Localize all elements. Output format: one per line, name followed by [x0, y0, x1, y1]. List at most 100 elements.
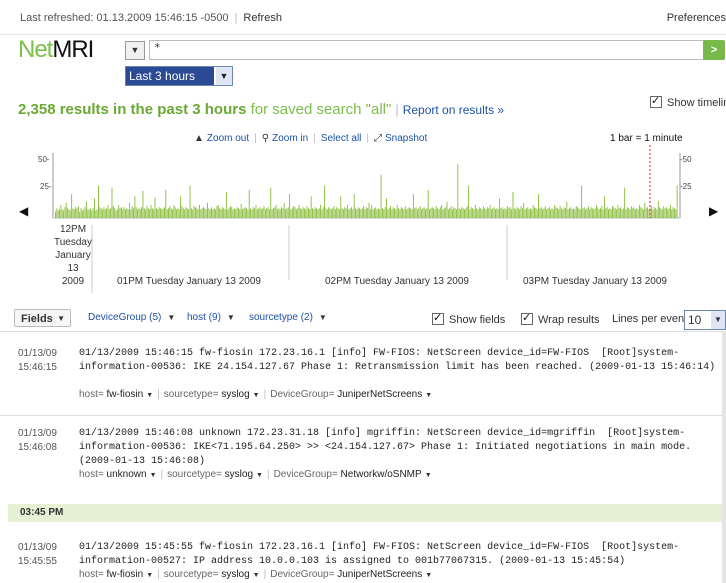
timeline-bar[interactable] — [582, 208, 584, 218]
timeline-bar[interactable] — [283, 202, 285, 218]
timeline-bar[interactable] — [217, 205, 219, 218]
timeline-bar[interactable] — [543, 208, 545, 218]
timeline-bar[interactable] — [672, 207, 674, 218]
timeline-bar[interactable] — [431, 207, 433, 218]
timeline-bar[interactable] — [539, 208, 541, 218]
timeline-bar[interactable] — [266, 208, 268, 218]
meta-host-value[interactable]: fw-fiosin — [107, 389, 144, 400]
timeline-bar[interactable] — [439, 207, 441, 218]
timeline-bar[interactable] — [208, 208, 210, 218]
timeline-bar[interactable] — [609, 208, 611, 218]
timeline-bar[interactable] — [330, 209, 332, 218]
timeline-bar[interactable] — [59, 209, 60, 218]
timeline-bar[interactable] — [147, 208, 149, 218]
timeline-bar[interactable] — [256, 209, 258, 218]
timeline-bar[interactable] — [613, 207, 615, 218]
timeline-bar[interactable] — [88, 209, 90, 218]
timeline-bar[interactable] — [126, 208, 128, 218]
timeline-bar[interactable] — [139, 209, 141, 218]
timeline-bar[interactable] — [267, 207, 269, 218]
chevron-down-icon[interactable]: ▼ — [253, 392, 260, 399]
timeline-bar[interactable] — [513, 208, 515, 218]
timeline-bar[interactable] — [89, 208, 91, 218]
timeline-bar[interactable] — [104, 209, 106, 218]
timeline-bar[interactable] — [185, 207, 187, 218]
timeline-bar[interactable] — [365, 207, 367, 218]
timeline-bar[interactable] — [348, 209, 350, 218]
timeline-bar[interactable] — [453, 207, 455, 218]
timeline-bar[interactable] — [264, 209, 266, 218]
timeline-bar[interactable] — [534, 207, 535, 218]
timeline-bar[interactable] — [656, 209, 658, 218]
timeline-bar[interactable] — [617, 205, 619, 218]
timeline-bar[interactable] — [628, 208, 630, 218]
timeline-bar[interactable] — [346, 205, 348, 218]
timeline-bar[interactable] — [404, 206, 406, 218]
timeline-bar[interactable] — [340, 196, 342, 218]
timeline-bar[interactable] — [127, 209, 129, 218]
timeline-bar[interactable] — [573, 208, 574, 218]
show-timeline-toggle[interactable]: Show timeline — [650, 94, 726, 109]
timeline-bar[interactable] — [112, 206, 114, 218]
timeline-bar[interactable] — [589, 209, 591, 218]
timeline-bar[interactable] — [240, 203, 242, 218]
timeline-bar[interactable] — [489, 205, 491, 218]
timeline-bar[interactable] — [390, 206, 391, 218]
timeline-bar[interactable] — [480, 208, 482, 218]
meta-devicegroup-value[interactable]: JuniperNetScreens — [337, 569, 422, 580]
timeline-bar[interactable] — [535, 208, 537, 218]
timeline-bar[interactable] — [425, 209, 426, 218]
timeline-bar[interactable] — [194, 207, 196, 218]
timeline-bar[interactable] — [363, 206, 365, 218]
timeline-bar[interactable] — [632, 208, 634, 218]
search-input[interactable]: * — [149, 40, 704, 60]
timeline-bar[interactable] — [455, 209, 457, 218]
wrap-results-checkbox[interactable] — [521, 311, 533, 325]
timeline-bar[interactable] — [558, 209, 560, 218]
timeline-bar[interactable] — [248, 189, 250, 218]
timeline-bar[interactable] — [516, 207, 518, 218]
timeline-bar[interactable] — [325, 208, 327, 218]
timeline-bar[interactable] — [451, 209, 453, 218]
timeline-bar[interactable] — [161, 209, 163, 218]
timeline-bar[interactable] — [98, 185, 99, 219]
timeline-bar[interactable] — [282, 208, 284, 218]
timeline-bar[interactable] — [159, 208, 161, 218]
timeline-bar[interactable] — [525, 208, 527, 218]
timeline-bar[interactable] — [472, 208, 474, 218]
timeline-bar[interactable] — [196, 208, 198, 218]
timeline-bar[interactable] — [120, 207, 122, 218]
timeline-bar[interactable] — [503, 209, 505, 218]
timeline-bar[interactable] — [567, 209, 569, 218]
timeline-bar[interactable] — [560, 208, 562, 218]
timeline-bar[interactable] — [61, 209, 63, 218]
timeline-bar[interactable] — [548, 207, 550, 218]
timeline-bar[interactable] — [515, 209, 517, 218]
timeline-bar[interactable] — [306, 206, 308, 218]
timeline-bar[interactable] — [665, 207, 667, 218]
timeline-bar[interactable] — [203, 207, 204, 218]
timeline-bar[interactable] — [258, 208, 260, 218]
timeline-bar[interactable] — [529, 208, 531, 218]
timeline-bar[interactable] — [336, 207, 338, 218]
timeline-bar[interactable] — [312, 208, 313, 218]
timeline-bar[interactable] — [205, 209, 207, 218]
report-on-results-link[interactable]: Report on results » — [403, 103, 504, 117]
timeline-bar[interactable] — [274, 207, 276, 218]
timeline-bar[interactable] — [305, 209, 307, 218]
timeline-bar[interactable] — [581, 185, 583, 219]
timeline-bar[interactable] — [500, 208, 502, 218]
timeline-bar[interactable] — [239, 209, 241, 218]
timeline-bar[interactable] — [313, 209, 315, 218]
timeline-bar[interactable] — [408, 207, 410, 218]
timeline-bar[interactable] — [154, 197, 156, 218]
timeline-bar[interactable] — [563, 207, 565, 218]
timeline-bar[interactable] — [458, 208, 460, 218]
timeline-bar[interactable] — [77, 206, 79, 218]
timeline-bar[interactable] — [625, 209, 627, 218]
timeline-bar[interactable] — [653, 207, 655, 218]
timeline-bar[interactable] — [464, 209, 465, 218]
timeline-bar[interactable] — [484, 208, 486, 218]
timeline-bar[interactable] — [441, 205, 443, 218]
timeline-bar[interactable] — [616, 209, 618, 218]
